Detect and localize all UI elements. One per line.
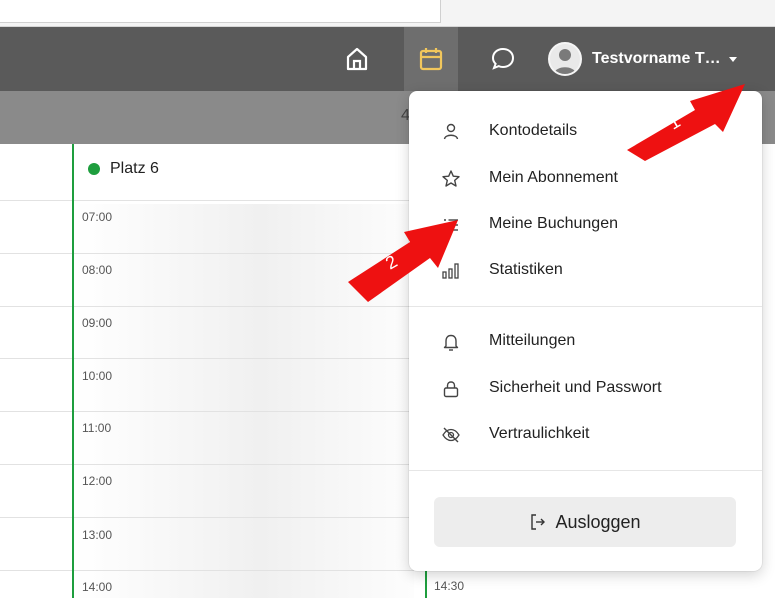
- time-label: 12:00: [82, 474, 113, 488]
- lock-icon: [443, 381, 459, 398]
- chat-button[interactable]: [476, 27, 530, 91]
- menu-item-label: Statistiken: [489, 261, 563, 278]
- chevron-down-icon: [728, 56, 737, 62]
- logout-label: Ausloggen: [555, 511, 641, 532]
- person-icon: [443, 123, 459, 140]
- grid-line: [0, 306, 72, 307]
- menu-item-vertraulichkeit[interactable]: Vertraulichkeit: [409, 414, 762, 456]
- home-icon: [346, 47, 368, 71]
- calendar-button[interactable]: [404, 27, 458, 91]
- grid-line: [0, 411, 72, 412]
- grid-line: [74, 411, 414, 412]
- menu-item-label: Sicherheit und Passwort: [489, 379, 662, 396]
- grid-line: [74, 464, 414, 465]
- second-court-column-line: [425, 571, 427, 598]
- chat-bubble-icon: [491, 47, 515, 70]
- grid-line: [0, 517, 72, 518]
- menu-item-label: Meine Buchungen: [489, 215, 618, 232]
- menu-item-label: Mein Abonnement: [489, 169, 618, 186]
- annotation-arrow-1: 1: [627, 84, 745, 161]
- logout-icon: [531, 514, 546, 530]
- avatar: [548, 42, 582, 76]
- time-label: 09:00: [82, 316, 113, 330]
- logout-button[interactable]: Ausloggen: [434, 497, 736, 547]
- menu-item-sicherheit[interactable]: Sicherheit und Passwort: [409, 368, 762, 410]
- annotation-arrow-2: 2: [348, 220, 458, 302]
- time-label: 08:00: [82, 263, 113, 277]
- star-icon: [442, 170, 460, 187]
- grid-line: [0, 253, 72, 254]
- menu-item-label: Mitteilungen: [489, 332, 576, 349]
- calendar-icon: [419, 48, 443, 71]
- court-status-dot: [88, 163, 100, 175]
- grid-line: [74, 200, 414, 201]
- menu-item-label: Vertraulichkeit: [489, 425, 590, 442]
- time-label: 07:00: [82, 210, 113, 224]
- time-label: 13:00: [82, 528, 113, 542]
- grid-line: [74, 570, 414, 571]
- court-header: Platz 6: [88, 160, 159, 178]
- menu-divider: [409, 470, 762, 471]
- bell-icon: [443, 334, 459, 351]
- grid-line: [0, 200, 72, 201]
- user-name: Testvorname T…: [592, 50, 721, 67]
- court-column-line: [72, 144, 74, 598]
- eye-off-icon: [442, 427, 460, 443]
- grid-line: [0, 358, 72, 359]
- time-label: 14:00: [82, 580, 113, 594]
- grid-line: [74, 517, 414, 518]
- court-name: Platz 6: [110, 160, 159, 177]
- menu-item-label: Kontodetails: [489, 122, 578, 139]
- time-label: 10:00: [82, 369, 113, 383]
- menu-item-mitteilungen[interactable]: Mitteilungen: [409, 321, 762, 363]
- home-button[interactable]: [330, 27, 384, 91]
- time-label: 11:00: [82, 421, 112, 435]
- user-avatar-icon: [554, 49, 576, 74]
- grid-line: [0, 464, 72, 465]
- grid-line: [74, 358, 414, 359]
- address-bar[interactable]: [0, 0, 441, 23]
- time-label: 14:30: [434, 579, 465, 593]
- user-dropdown-menu: Kontodetails Mein Abonnement Meine Buchu…: [409, 91, 762, 571]
- browser-toolbar: [0, 0, 775, 27]
- menu-item-abonnement[interactable]: Mein Abonnement: [409, 158, 762, 200]
- grid-line: [0, 570, 72, 571]
